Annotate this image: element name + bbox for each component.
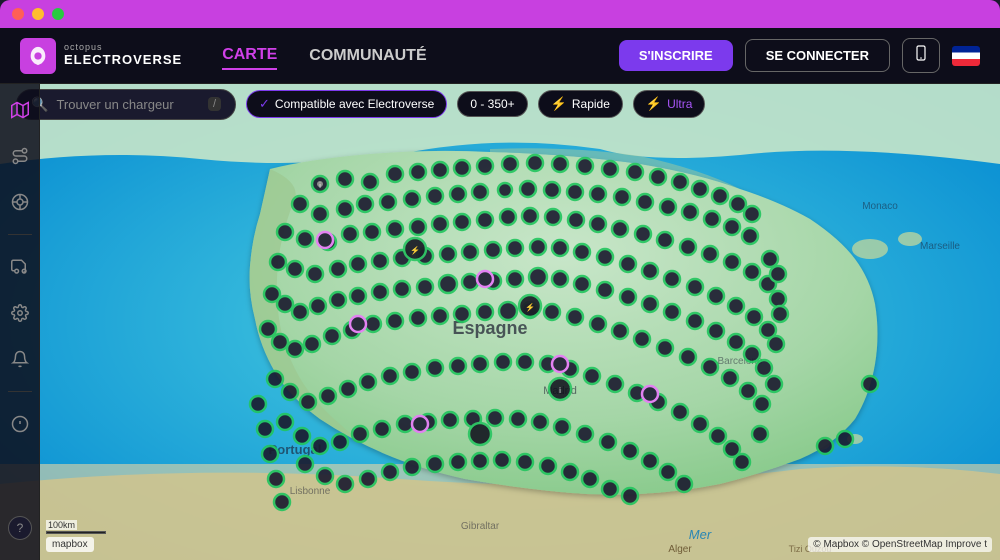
logo[interactable]: octopus ELECTROVERSE: [20, 38, 182, 74]
sidebar-separator-2: [8, 391, 32, 392]
chip-electroverse[interactable]: ✓ Compatible avec Electroverse: [246, 90, 447, 118]
mapbox-logo: mapbox: [46, 537, 94, 552]
chip-ultra-label: Ultra: [667, 97, 692, 111]
sidebar-notification-icon[interactable]: [6, 345, 34, 373]
top-nav: octopus ELECTROVERSE CARTE COMMUNAUTÉ S'…: [0, 28, 1000, 84]
svg-text:Lisbonne: Lisbonne: [290, 486, 331, 497]
svg-text:Marseille: Marseille: [920, 241, 960, 252]
chip-count[interactable]: 0 - 350+: [457, 91, 527, 117]
minimize-button[interactable]: [32, 8, 44, 20]
map-attribution: © Mapbox © OpenStreetMap Improve t: [808, 537, 992, 552]
sidebar-separator: [8, 234, 32, 235]
svg-text:⚡: ⚡: [525, 302, 535, 312]
map-container[interactable]: Espagne Portugal Madrid Barcelone Lisbon…: [0, 84, 1000, 560]
help-button[interactable]: ?: [8, 516, 32, 540]
login-button[interactable]: SE CONNECTER: [745, 39, 890, 72]
nav-actions: S'INSCRIRE SE CONNECTER: [619, 38, 980, 73]
language-flag[interactable]: [952, 46, 980, 66]
register-button[interactable]: S'INSCRIRE: [619, 40, 733, 71]
logo-electroverse: ELECTROVERSE: [64, 53, 182, 67]
logo-text: octopus ELECTROVERSE: [64, 43, 182, 67]
sidebar-map-icon[interactable]: [6, 96, 34, 124]
chip-count-label: 0 - 350+: [470, 97, 514, 111]
ultra-icon: ⚡: [646, 96, 662, 112]
sidebar-network-icon[interactable]: [6, 188, 34, 216]
chip-ultra[interactable]: ⚡ Ultra: [633, 90, 706, 118]
close-button[interactable]: [12, 8, 24, 20]
sidebar-info-icon[interactable]: [6, 410, 34, 438]
search-placeholder: Trouver un chargeur: [56, 97, 173, 112]
svg-text:⚡: ⚡: [410, 245, 420, 255]
chip-fast[interactable]: ⚡ Rapide: [538, 90, 623, 118]
scale-label: 100km: [46, 520, 77, 530]
mobile-button[interactable]: [902, 38, 940, 73]
svg-text:Mer: Mer: [689, 527, 712, 542]
maximize-button[interactable]: [52, 8, 64, 20]
logo-icon: [20, 38, 56, 74]
map-svg: Espagne Portugal Madrid Barcelone Lisbon…: [0, 84, 1000, 560]
check-icon: ✓: [259, 96, 270, 112]
chip-electroverse-label: Compatible avec Electroverse: [275, 97, 434, 111]
svg-text:Monaco: Monaco: [862, 201, 898, 212]
sidebar: [0, 84, 40, 560]
nav-communaute[interactable]: COMMUNAUTÉ: [309, 43, 426, 69]
sidebar-vehicle-icon[interactable]: [6, 253, 34, 281]
search-box[interactable]: 🔍 Trouver un chargeur /: [16, 89, 236, 120]
sidebar-route-icon[interactable]: [6, 142, 34, 170]
scale-line: [46, 531, 106, 534]
search-shortcut: /: [208, 97, 221, 111]
nav-links: CARTE COMMUNAUTÉ: [222, 42, 619, 70]
bolt-icon: ⚡: [551, 96, 567, 112]
svg-text:i: i: [559, 386, 561, 395]
window-chrome: [0, 0, 1000, 28]
sidebar-settings-icon[interactable]: [6, 299, 34, 327]
nav-carte[interactable]: CARTE: [222, 42, 277, 70]
svg-text:Alger: Alger: [668, 544, 692, 555]
svg-text:Gibraltar: Gibraltar: [461, 521, 500, 532]
scale-bar: 100km: [46, 520, 106, 534]
chip-fast-label: Rapide: [572, 97, 610, 111]
